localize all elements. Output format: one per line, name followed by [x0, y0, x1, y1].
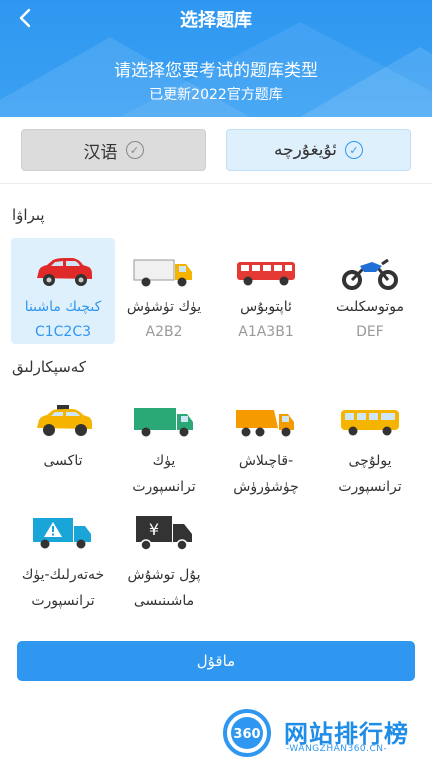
category-code: DEF: [356, 324, 384, 340]
header-banner: 选择题库 请选择您要考试的题库类型 已更新2022官方题库: [0, 0, 432, 117]
header-subtitle: 请选择您要考试的题库类型: [114, 61, 318, 81]
category-name: كىچىك ماشىنا: [24, 299, 102, 315]
category-name: ئاپتوبۇس: [240, 299, 292, 315]
check-circle-icon: ✓: [345, 141, 364, 159]
category-name: تاكسى: [43, 453, 83, 469]
category-hazardous[interactable]: خەتەرلىك-يۈك ترانسپورت: [11, 508, 115, 618]
taxi-icon: [37, 405, 92, 436]
category-name: خەتەرلىك-يۈك: [21, 567, 105, 583]
category-passenger[interactable]: يولۇچى ترانسپورت: [318, 392, 422, 500]
check-circle-icon: ✓: [125, 141, 144, 159]
watermark-sub-text: -WANGZHAN360.CN-: [286, 744, 388, 754]
category-name: قاچىلاش-: [238, 453, 294, 469]
category-name: موتوسكلىت: [336, 299, 404, 315]
section-label-professional: كەسپكارلىق: [12, 358, 86, 376]
language-selector: 汉语 ✓ ئۇيغۇرچە ✓: [0, 117, 432, 183]
motorcycle-icon: [342, 258, 398, 290]
language-chinese-button[interactable]: 汉语 ✓: [21, 129, 206, 171]
category-bus[interactable]: ئاپتوبۇس A1A3B1: [214, 238, 318, 344]
section-label-driver: پىراۋا: [12, 206, 45, 224]
category-cargo[interactable]: يۈك ترانسپورت: [112, 392, 216, 500]
confirm-button[interactable]: ماقۇل: [17, 641, 415, 681]
category-name: يۈك: [152, 453, 176, 469]
car-icon: [37, 258, 92, 286]
category-code: A1A3B1: [238, 324, 294, 340]
category-code: A2B2: [145, 324, 183, 340]
page-title: 选择题库: [180, 10, 252, 31]
svg-text:¥: ¥: [149, 520, 159, 539]
language-uyghur-label: ئۇيغۇرچە: [273, 140, 338, 160]
update-note: 已更新2022官方题库: [149, 87, 283, 103]
category-name-line2: ترانسپورت: [338, 479, 402, 495]
hazard-truck-icon: [33, 518, 91, 549]
category-loading[interactable]: قاچىلاش- چۈشۈرۈش: [214, 392, 318, 500]
category-motorcycle[interactable]: موتوسكلىت DEF: [318, 238, 422, 344]
category-money-transport[interactable]: ¥ پۇل توشۇش ماشىنىسى: [112, 508, 216, 618]
category-name: يولۇچى: [348, 453, 392, 469]
category-code: C1C2C3: [34, 324, 92, 340]
cargo-truck-icon: [134, 408, 193, 437]
bus-icon: [237, 262, 295, 286]
category-name: پۇل توشۇش: [127, 567, 201, 583]
category-name-line2: چۈشۈرۈش: [233, 479, 299, 495]
category-name-line2: ماشىنىسى: [133, 593, 195, 609]
divider: [0, 183, 432, 184]
coach-bus-icon: [341, 410, 399, 436]
watermark-logo-icon: 360: [223, 709, 271, 757]
language-chinese-label: 汉语: [83, 142, 118, 163]
category-name-line2: ترانسپورت: [31, 593, 95, 609]
watermark: 360 网站排行榜 -WANGZHAN360.CN-: [222, 702, 432, 764]
dump-truck-icon: [236, 410, 294, 437]
category-taxi[interactable]: تاكسى: [11, 392, 115, 500]
language-uyghur-button[interactable]: ئۇيغۇرچە ✓: [226, 129, 411, 171]
money-truck-icon: ¥: [136, 516, 192, 551]
truck-icon: [133, 259, 192, 287]
category-name: يۈك تۈشۈش: [126, 299, 202, 315]
category-car[interactable]: كىچىك ماشىنا C1C2C3: [11, 238, 115, 344]
category-truck[interactable]: يۈك تۈشۈش A2B2: [112, 238, 216, 344]
watermark-logo-text: 360: [233, 727, 260, 742]
category-name-line2: ترانسپورت: [132, 479, 196, 495]
